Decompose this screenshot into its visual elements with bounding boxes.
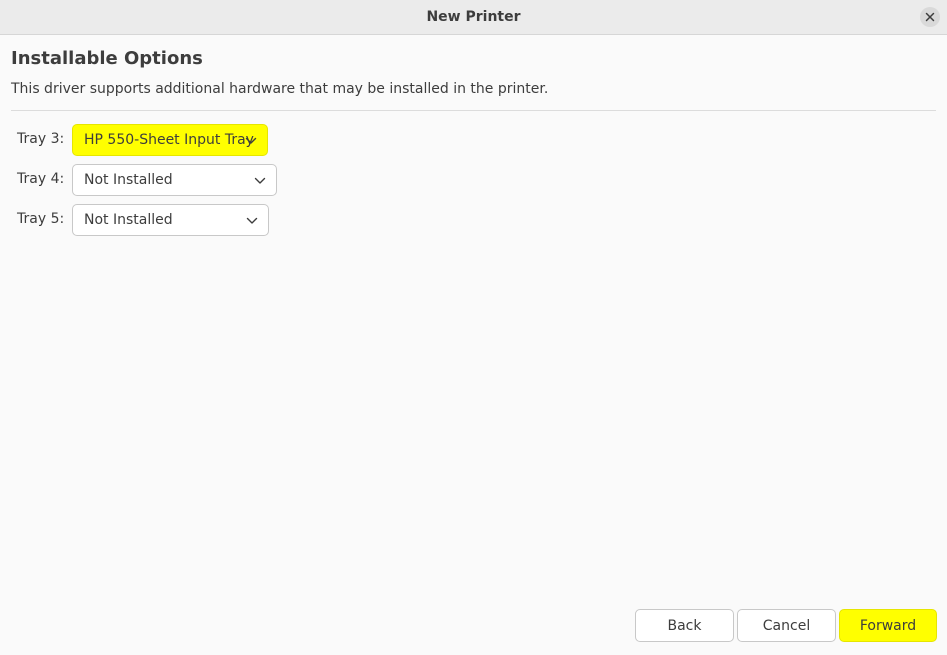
tray-3-select[interactable]: HP 550-Sheet Input Tray xyxy=(72,124,268,156)
chevron-down-icon xyxy=(254,177,266,184)
chevron-down-icon xyxy=(245,137,257,144)
tray-4-select[interactable]: Not Installed xyxy=(72,164,277,196)
close-icon xyxy=(925,12,935,22)
close-button[interactable] xyxy=(920,7,940,27)
window-title: New Printer xyxy=(426,9,521,25)
chevron-down-icon xyxy=(246,217,258,224)
cancel-button[interactable]: Cancel xyxy=(737,609,836,642)
divider xyxy=(11,110,936,111)
page-title: Installable Options xyxy=(11,48,203,69)
tray-4-value: Not Installed xyxy=(84,172,173,188)
forward-button[interactable]: Forward xyxy=(839,609,937,642)
tray-4-label: Tray 4: xyxy=(17,171,65,187)
window-titlebar: New Printer xyxy=(0,0,947,35)
tray-5-value: Not Installed xyxy=(84,212,173,228)
tray-5-select[interactable]: Not Installed xyxy=(72,204,269,236)
page-description: This driver supports additional hardware… xyxy=(11,81,549,97)
tray-5-label: Tray 5: xyxy=(17,211,65,227)
back-button[interactable]: Back xyxy=(635,609,734,642)
tray-3-value: HP 550-Sheet Input Tray xyxy=(84,132,254,148)
tray-3-label: Tray 3: xyxy=(17,131,65,147)
